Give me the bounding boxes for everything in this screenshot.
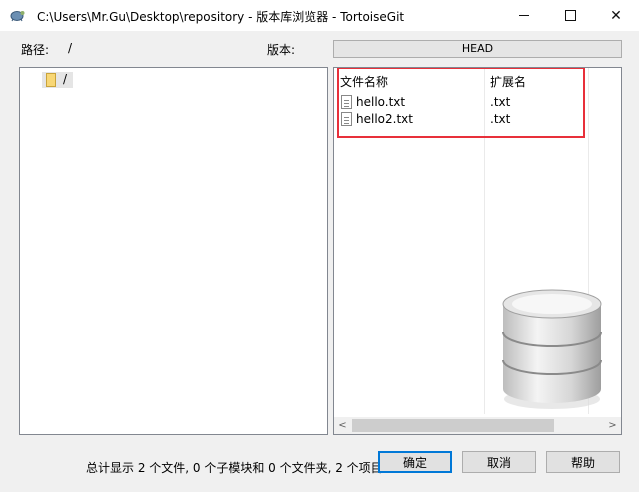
column-header-name[interactable]: 文件名称	[340, 73, 388, 90]
tortoisegit-app-icon	[10, 11, 25, 22]
help-button[interactable]: 帮助	[546, 451, 620, 473]
path-label: 路径:	[21, 43, 50, 57]
version-label: 版本:	[267, 43, 296, 57]
maximize-button[interactable]	[547, 0, 593, 31]
horizontal-scrollbar[interactable]: < >	[334, 417, 621, 434]
close-button[interactable]: ✕	[593, 0, 639, 31]
cancel-button[interactable]: 取消	[462, 451, 536, 473]
file-name: hello.txt	[356, 95, 406, 109]
text-file-icon	[341, 95, 352, 109]
file-row[interactable]: hello2.txt .txt	[334, 111, 594, 128]
path-value: /	[68, 41, 73, 55]
file-name: hello2.txt	[356, 112, 413, 126]
ok-button[interactable]: 确定	[378, 451, 452, 473]
folder-tree[interactable]: /	[19, 67, 328, 435]
maximize-icon	[564, 10, 576, 21]
column-header-name-label: 文件名称	[340, 75, 389, 89]
scroll-left-arrow[interactable]: <	[334, 417, 351, 434]
scrollbar-thumb[interactable]	[352, 419, 554, 432]
window-title: C:\Users\Mr.Gu\Desktop\repository - 版本库浏…	[37, 10, 405, 24]
minimize-icon	[519, 15, 529, 16]
minimize-button[interactable]	[501, 0, 547, 31]
close-icon: ✕	[610, 7, 622, 24]
text-file-icon	[341, 112, 352, 126]
version-button[interactable]: HEAD	[333, 40, 622, 58]
column-header-extension[interactable]: 扩展名	[490, 73, 526, 90]
sort-up-icon: ^	[404, 67, 413, 76]
file-row[interactable]: hello.txt .txt	[334, 94, 594, 111]
file-list[interactable]: 文件名称 ^ 扩展名 hello.txt .txt hello2.txt .tx…	[333, 67, 622, 435]
file-extension: .txt	[490, 95, 511, 109]
database-icon	[502, 289, 602, 409]
folder-icon	[46, 73, 56, 87]
tree-item-root-label[interactable]: /	[63, 72, 67, 86]
status-text: 总计显示 2 个文件, 0 个子模块和 0 个文件夹, 2 个项目	[86, 461, 383, 475]
title-bar: C:\Users\Mr.Gu\Desktop\repository - 版本库浏…	[0, 0, 639, 31]
scroll-right-arrow[interactable]: >	[604, 417, 621, 434]
file-extension: .txt	[490, 112, 511, 126]
